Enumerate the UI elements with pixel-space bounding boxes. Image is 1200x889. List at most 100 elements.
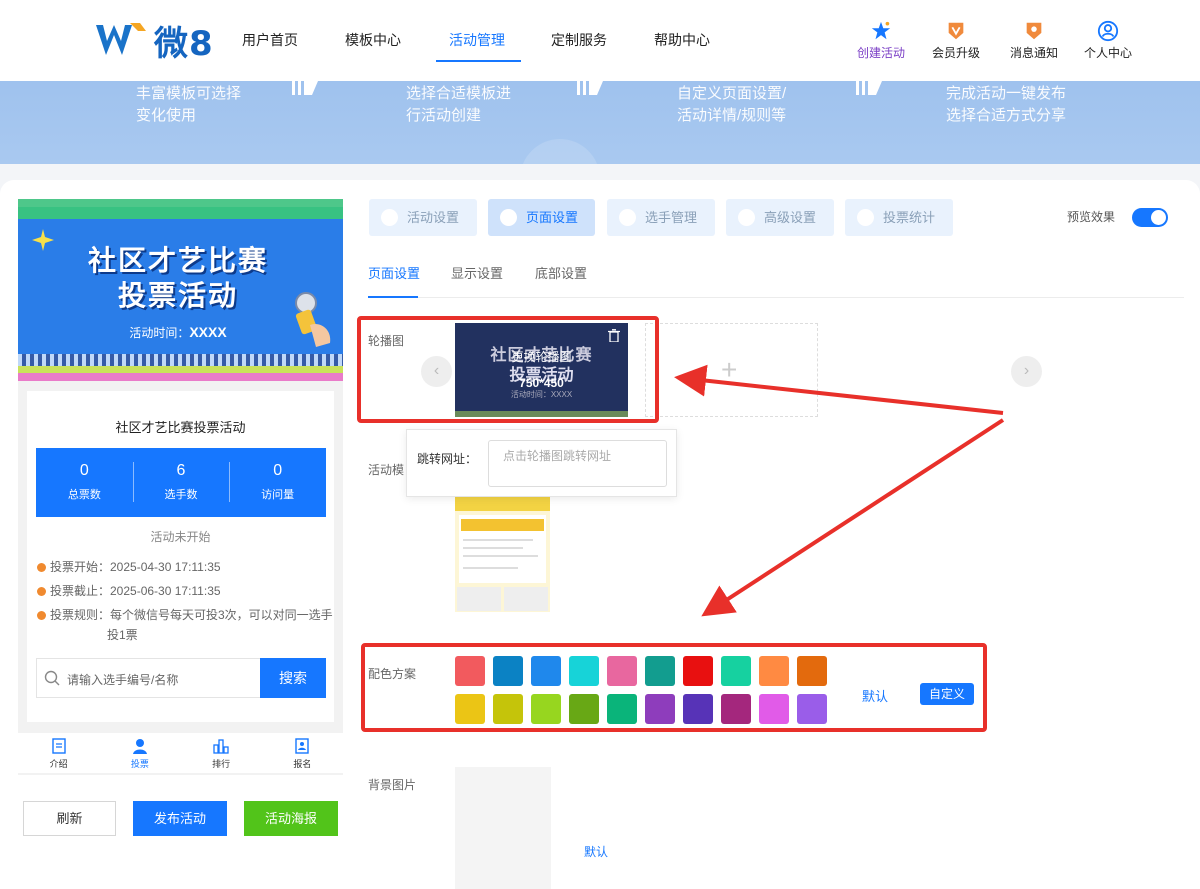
jump-url-label: 跳转网址：: [417, 452, 478, 466]
tab-intro[interactable]: 介绍: [18, 733, 99, 773]
stat-label: 选手数: [164, 489, 198, 501]
person-icon: [132, 739, 147, 754]
tab-vote[interactable]: 投票: [99, 733, 180, 773]
template-thumb-line: [463, 547, 523, 549]
logo-text: 微8: [154, 23, 214, 64]
nav-templates[interactable]: 模板中心: [345, 30, 401, 50]
template-thumb-footer: [455, 612, 550, 622]
banner-step-4: 完成活动一键发布 选择合适方式分享: [946, 83, 1066, 127]
banner-step-3: 自定义页面设置/ 活动详情/规则等: [677, 83, 786, 127]
notifications-button[interactable]: 消息通知: [1004, 20, 1064, 61]
tab-contestant-management[interactable]: 选手管理: [607, 199, 715, 236]
search-icon: [44, 670, 60, 686]
rule-vote-start: 投票开始：2025-04-30 17:11:35: [37, 557, 221, 577]
template-thumb-line: [463, 567, 518, 569]
personal-center-button[interactable]: 个人中心: [1078, 20, 1138, 61]
highlight-box-colors: [361, 643, 987, 732]
template-thumb-line: [463, 539, 533, 541]
microphone-icon: [295, 292, 331, 347]
warning-dot-icon: [37, 563, 46, 572]
warning-dot-icon: [37, 611, 46, 620]
subtab-footer-settings[interactable]: 底部设置: [535, 263, 587, 282]
activity-poster-button[interactable]: 活动海报: [244, 801, 338, 836]
activity-info-card: 社区才艺比赛投票活动 0 总票数 6 选手数 0 访问量 活动未开始 投票开始：202…: [27, 391, 334, 722]
vip-badge-icon: [948, 22, 964, 40]
step-arrow-icon: [577, 81, 603, 95]
contestant-search: 请输入选手编号/名称 搜索: [36, 658, 326, 698]
tab-advanced-settings[interactable]: 高级设置: [726, 199, 834, 236]
tab-label: 介绍: [49, 759, 68, 769]
person-icon: [619, 209, 636, 226]
rule-text: 投票规则：每个微信号每天可投3次，可以对同一选手: [50, 608, 333, 622]
document-icon: [51, 738, 66, 754]
template-thumb-line: [463, 555, 538, 557]
nav-home[interactable]: 用户首页: [242, 30, 298, 50]
process-banner: 丰富模板可选择 变化使用 选择合适模板进 行活动创建 自定义页面设置/ 活动详情…: [0, 81, 1200, 164]
tab-label: 投票: [130, 759, 149, 769]
ranking-icon: [213, 739, 229, 754]
nav-activity-management[interactable]: 活动管理: [449, 30, 505, 50]
poster-checker-strip: [18, 354, 343, 366]
plus-icon: +: [721, 354, 738, 385]
carousel-add-button[interactable]: +: [645, 323, 818, 417]
step-arrow-icon: [856, 81, 882, 95]
nav-custom-service[interactable]: 定制服务: [551, 30, 607, 50]
activity-status: 活动未开始: [150, 530, 211, 544]
banner-step-2-line-2: 行活动创建: [406, 107, 482, 124]
vip-upgrade-label: 会员升级: [931, 46, 980, 60]
preview-effect-toggle[interactable]: [1132, 208, 1168, 227]
tab-page-settings[interactable]: 页面设置: [488, 199, 595, 236]
search-input[interactable]: 请输入选手编号/名称: [67, 671, 178, 688]
stat-contestants: 6 选手数: [132, 448, 230, 517]
poster-title-line-2: 投票活动: [117, 280, 238, 311]
user-icon: [1097, 20, 1119, 42]
banner-step-3-line-2: 活动详情/规则等: [677, 107, 787, 124]
template-thumb-bar: [461, 519, 544, 531]
banner-step-4-line-2: 选择合适方式分享: [946, 107, 1067, 124]
tab-label: 投票统计: [883, 210, 936, 225]
poster-stripe-yellow: [18, 366, 343, 373]
template-thumb-header: [455, 497, 550, 511]
logo-w-icon: [96, 23, 146, 55]
step-arrow-icon: [292, 81, 318, 95]
tab-ranking[interactable]: 排行: [181, 733, 262, 773]
banner-step-1-line-1: 丰富模板可选择: [136, 85, 242, 102]
nav-active-indicator: [436, 60, 521, 62]
stat-label: 访问量: [261, 489, 295, 501]
jump-url-input[interactable]: 点击轮播图跳转网址: [488, 440, 667, 487]
logo[interactable]: 微8: [94, 20, 214, 64]
background-default-link[interactable]: 默认: [584, 843, 608, 860]
settings-icon: [738, 209, 755, 226]
nav-help[interactable]: 帮助中心: [654, 30, 710, 50]
tab-label: 排行: [212, 759, 231, 769]
poster-time-value: XXXX: [189, 324, 227, 340]
refresh-button[interactable]: 刷新: [23, 801, 116, 836]
preview-tabbar: 介绍 投票 排行 报名: [18, 733, 343, 773]
subtab-page-settings[interactable]: 页面设置: [368, 263, 420, 282]
stat-label: 总票数: [67, 489, 101, 501]
stats-panel: 0 总票数 6 选手数 0 访问量: [36, 448, 326, 517]
publish-activity-button[interactable]: 发布活动: [133, 801, 227, 836]
create-activity-button[interactable]: 创建活动: [851, 20, 911, 61]
sparkle-icon: [32, 229, 54, 251]
tab-signup[interactable]: 报名: [262, 733, 343, 773]
search-button[interactable]: 搜索: [260, 658, 326, 698]
banner-step-2-line-1: 选择合适模板进: [406, 85, 512, 102]
carousel-next-button[interactable]: ›: [1011, 356, 1042, 387]
signup-icon: [295, 738, 310, 754]
tab-activity-settings[interactable]: 活动设置: [369, 199, 477, 236]
rule-text: 投票开始：2025-04-30 17:11:35: [50, 560, 221, 574]
background-image-upload[interactable]: [455, 767, 551, 889]
vip-upgrade-button[interactable]: 会员升级: [926, 20, 986, 61]
bell-badge-icon: [1026, 22, 1042, 40]
highlight-box-carousel: [357, 316, 659, 423]
notifications-label: 消息通知: [1009, 46, 1058, 60]
subtab-display-settings[interactable]: 显示设置: [451, 263, 503, 282]
chart-icon: [857, 209, 874, 226]
tab-vote-statistics[interactable]: 投票统计: [845, 199, 953, 236]
template-thumbnail[interactable]: [455, 497, 550, 622]
stat-total-votes: 0 总票数: [36, 448, 133, 517]
jump-url-placeholder: 点击轮播图跳转网址: [503, 449, 612, 463]
poster-stripe-pink: [18, 373, 343, 381]
top-navbar: 微8 用户首页 模板中心 活动管理 定制服务 帮助中心 创建活动 会员升级 消息…: [0, 0, 1200, 81]
